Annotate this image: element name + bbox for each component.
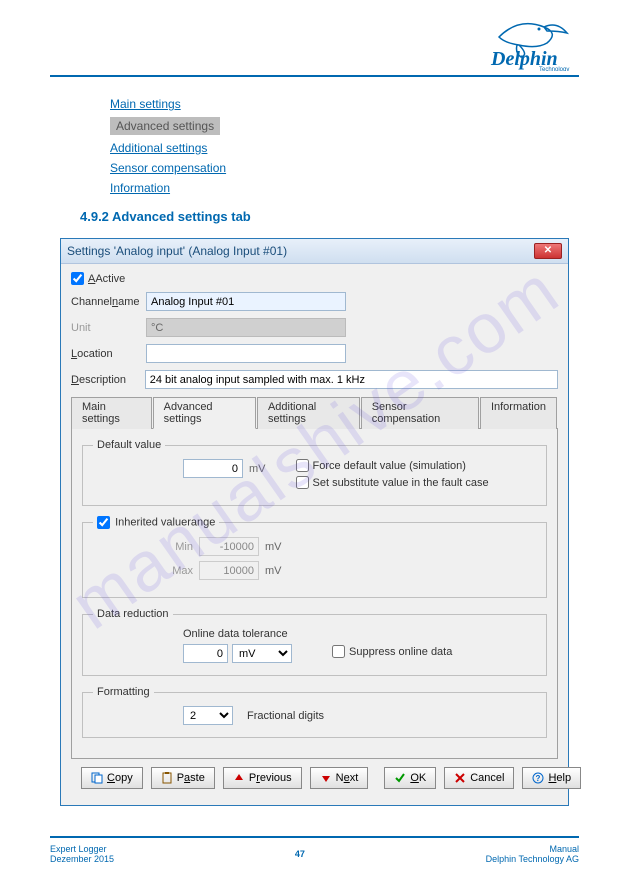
footer-page: 47 — [295, 849, 305, 859]
footer: Expert Logger Dezember 2015 47 Manual De… — [50, 836, 579, 864]
unit-label: Unit — [71, 322, 146, 334]
inherited-range-legend: Inherited valuerange — [93, 516, 219, 529]
toc-link-additional[interactable]: Additional settings — [110, 141, 579, 155]
tolerance-label: Online data tolerance — [183, 628, 536, 640]
active-label: AActive — [88, 273, 125, 285]
toc-link-info[interactable]: Information — [110, 181, 579, 195]
fractional-digits-select[interactable]: 2 — [183, 706, 233, 725]
min-input — [199, 537, 259, 556]
tab-sensor[interactable]: Sensor compensation — [361, 397, 479, 429]
toc-current: Advanced settings — [110, 117, 220, 135]
footer-right-2: Delphin Technology AG — [486, 854, 579, 864]
toc: Main settings Advanced settings Addition… — [110, 97, 579, 195]
location-input[interactable] — [146, 344, 346, 363]
help-icon: ? — [532, 772, 544, 784]
channelname-label: Channelname — [71, 296, 146, 308]
data-reduction-group: Data reduction Online data tolerance mV … — [82, 608, 547, 676]
tab-info[interactable]: Information — [480, 397, 557, 429]
cancel-button[interactable]: Cancel — [444, 767, 514, 789]
check-icon — [394, 772, 406, 784]
tab-strip: Main settings Advanced settings Addition… — [71, 396, 558, 429]
suppress-label: Suppress online data — [349, 646, 452, 658]
tolerance-unit-select[interactable]: mV — [232, 644, 292, 663]
settings-dialog: Settings 'Analog input' (Analog Input #0… — [60, 238, 569, 806]
formatting-legend: Formatting — [93, 686, 154, 698]
min-unit: mV — [265, 541, 282, 553]
max-label: Max — [163, 565, 193, 577]
tolerance-input[interactable] — [183, 644, 228, 663]
formatting-group: Formatting 2 Fractional digits — [82, 686, 547, 738]
default-value-group: Default value mV Force default value (si… — [82, 439, 547, 506]
svg-text:?: ? — [536, 774, 541, 783]
default-value-legend: Default value — [93, 439, 165, 451]
svg-text:Technology: Technology — [539, 67, 569, 71]
dialog-title: Settings 'Analog input' (Analog Input #0… — [67, 244, 287, 258]
tab-additional[interactable]: Additional settings — [257, 397, 360, 429]
help-button[interactable]: ? Help — [522, 767, 581, 789]
tab-content: Default value mV Force default value (si… — [71, 429, 558, 759]
tab-advanced[interactable]: Advanced settings — [153, 397, 256, 429]
previous-button[interactable]: Previous — [223, 767, 302, 789]
default-value-input[interactable] — [183, 459, 243, 478]
copy-button[interactable]: Copy — [81, 767, 143, 789]
description-label: Description — [71, 374, 145, 386]
description-input[interactable] — [145, 370, 558, 389]
location-label: Location — [71, 348, 146, 360]
footer-left-date: Dezember 2015 — [50, 854, 114, 864]
brand-logo: Delphin Technology — [489, 15, 579, 74]
inherited-range-group: Inherited valuerange Min mV Max mV — [82, 516, 547, 598]
dialog-titlebar: Settings 'Analog input' (Analog Input #0… — [61, 239, 568, 264]
section-title: 4.9.2 Advanced settings tab — [80, 209, 579, 224]
force-default-label: Force default value (simulation) — [313, 460, 466, 472]
arrow-down-icon — [320, 772, 332, 784]
substitute-label: Set substitute value in the fault case — [313, 477, 489, 489]
unit-input — [146, 318, 346, 337]
footer-right-1: Manual — [486, 844, 579, 854]
suppress-checkbox[interactable] — [332, 645, 345, 658]
inherited-range-checkbox[interactable] — [97, 516, 110, 529]
tab-main[interactable]: Main settings — [71, 397, 152, 429]
data-reduction-legend: Data reduction — [93, 608, 173, 620]
force-default-checkbox[interactable] — [296, 459, 309, 472]
max-unit: mV — [265, 565, 282, 577]
toc-link-main[interactable]: Main settings — [110, 97, 579, 111]
paste-button[interactable]: Paste — [151, 767, 215, 789]
toc-link-sensor[interactable]: Sensor compensation — [110, 161, 579, 175]
ok-button[interactable]: OK — [384, 767, 436, 789]
default-value-unit: mV — [249, 463, 266, 475]
header-rule — [50, 75, 579, 77]
substitute-checkbox[interactable] — [296, 476, 309, 489]
copy-icon — [91, 772, 103, 784]
active-checkbox[interactable] — [71, 272, 84, 285]
fractional-digits-label: Fractional digits — [247, 710, 324, 722]
channelname-input[interactable] — [146, 292, 346, 311]
max-input — [199, 561, 259, 580]
next-button[interactable]: Next — [310, 767, 369, 789]
cross-icon — [454, 772, 466, 784]
button-bar: Copy Paste Previous Next OK — [71, 759, 558, 797]
min-label: Min — [163, 541, 193, 553]
close-button[interactable]: ✕ — [534, 243, 562, 259]
paste-icon — [161, 772, 173, 784]
footer-left-title: Expert Logger — [50, 844, 114, 854]
arrow-up-icon — [233, 772, 245, 784]
